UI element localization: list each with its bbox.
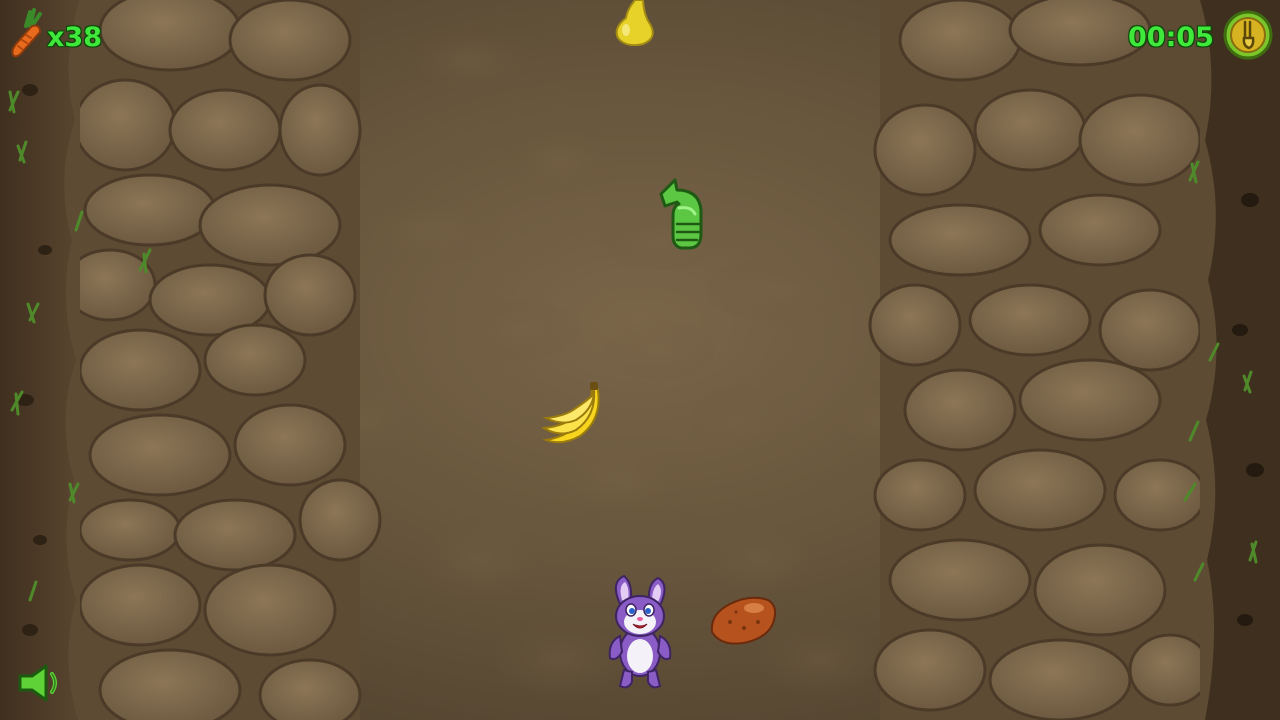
pear-icon — [615, 0, 654, 46]
timer: 00:05 — [1128, 22, 1214, 53]
banana-icon — [540, 382, 600, 444]
green-hand-icon — [659, 178, 703, 250]
right-stone-wall — [868, 0, 1212, 720]
game-screen[interactable]: x38 00:05 — [0, 0, 1280, 720]
sound-button[interactable] — [16, 662, 70, 704]
purple-bunny-icon — [608, 574, 672, 689]
carrot-count: x38 — [47, 22, 102, 53]
hint-button[interactable] — [1223, 10, 1273, 60]
carrot-icon — [11, 8, 42, 58]
left-stone-wall — [63, 0, 382, 720]
potato-icon — [710, 596, 777, 645]
speaker-icon — [18, 664, 57, 702]
